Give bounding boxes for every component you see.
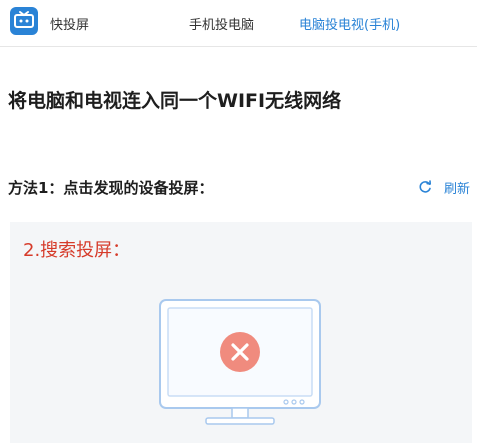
page-headline: 将电脑和电视连入同一个WIFI无线网络 <box>8 90 342 112</box>
search-panel: 2.搜索投屏： <box>10 222 472 443</box>
tab-pc-to-tv[interactable]: 电脑投电视(手机) <box>299 14 400 33</box>
refresh-label: 刷新 <box>444 182 471 197</box>
monitor-icon <box>159 299 321 425</box>
close-circle-icon <box>220 332 260 372</box>
tab-phone-to-pc[interactable]: 手机投电脑 <box>189 14 254 33</box>
app-logo-icon <box>10 7 38 35</box>
method-title: 方法1：点击发现的设备投屏： <box>8 179 214 197</box>
app-name: 快投屏 <box>50 18 90 33</box>
top-bar: 快投屏 手机投电脑 电脑投电视(手机) <box>0 0 477 47</box>
step-label: 2.搜索投屏： <box>23 240 131 261</box>
refresh-icon <box>419 180 431 193</box>
